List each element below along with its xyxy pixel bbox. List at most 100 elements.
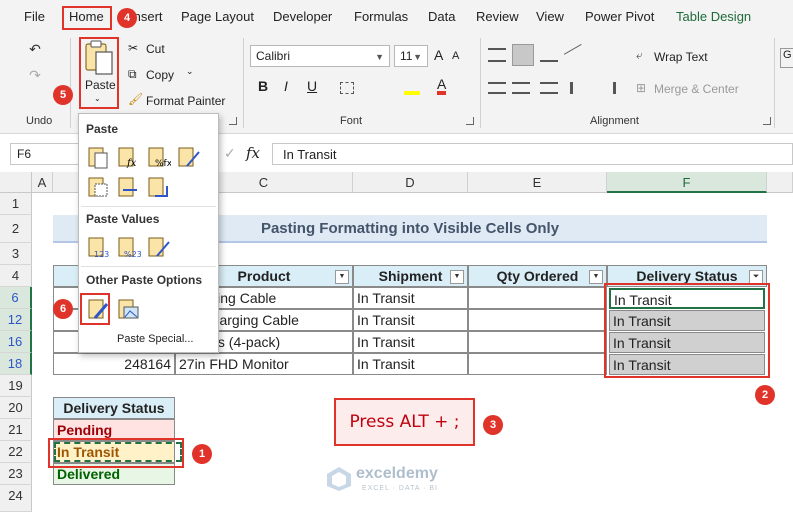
alignment-launcher-icon[interactable] bbox=[763, 117, 771, 125]
row-header-21[interactable]: 21 bbox=[0, 419, 32, 441]
number-format-select[interactable]: G bbox=[780, 48, 793, 68]
row-header-18[interactable]: 18 bbox=[0, 353, 32, 375]
align-middle-icon[interactable] bbox=[512, 44, 534, 66]
orientation-icon[interactable] bbox=[563, 43, 589, 67]
cut-button[interactable]: Cut bbox=[146, 42, 165, 56]
values-number-format-icon[interactable]: %23 bbox=[115, 234, 141, 260]
filter-dropdown-icon[interactable]: ▼ bbox=[335, 270, 349, 284]
select-all-corner[interactable] bbox=[0, 172, 32, 193]
row-header-2[interactable]: 2 bbox=[0, 215, 32, 243]
align-left-icon[interactable] bbox=[488, 82, 506, 94]
underline-button[interactable]: U bbox=[307, 78, 317, 94]
cell-id[interactable]: 248164 bbox=[53, 353, 175, 375]
column-header-g[interactable] bbox=[767, 172, 793, 193]
cell-shipment[interactable]: In Transit bbox=[353, 353, 468, 375]
values-source-format-icon[interactable] bbox=[145, 234, 171, 260]
font-size-select[interactable]: 11 ▼ bbox=[394, 45, 428, 67]
tab-table-design[interactable]: Table Design bbox=[676, 9, 751, 24]
column-header-d[interactable]: D bbox=[353, 172, 468, 193]
no-borders-icon[interactable] bbox=[85, 174, 111, 200]
cell-qty[interactable] bbox=[468, 353, 607, 375]
row-header-1[interactable]: 1 bbox=[0, 193, 32, 215]
font-name-select[interactable]: Calibri ▼ bbox=[250, 45, 390, 67]
row-header-19[interactable]: 19 bbox=[0, 375, 32, 397]
shrink-font-icon[interactable]: A bbox=[452, 50, 459, 62]
align-top-icon[interactable] bbox=[488, 48, 506, 62]
tab-review[interactable]: Review bbox=[476, 9, 519, 24]
align-right-icon[interactable] bbox=[540, 82, 558, 94]
cell-product[interactable]: 27in FHD Monitor bbox=[175, 353, 353, 375]
svg-text:fx: fx bbox=[126, 158, 137, 169]
check-icon[interactable]: ✓ bbox=[224, 145, 236, 162]
tab-file[interactable]: File bbox=[24, 9, 45, 24]
paste-special-menu-item[interactable]: Paste Special... bbox=[117, 333, 193, 345]
filter-dropdown-icon[interactable]: ▼ bbox=[589, 270, 603, 284]
cell-qty[interactable] bbox=[468, 287, 607, 309]
step-badge-1: 1 bbox=[192, 444, 212, 464]
header-shipment[interactable]: Shipment ▼ bbox=[353, 265, 468, 287]
cell-shipment[interactable]: In Transit bbox=[353, 287, 468, 309]
tab-page-layout[interactable]: Page Layout bbox=[181, 9, 254, 24]
formula-input[interactable]: In Transit bbox=[272, 143, 793, 165]
filter-dropdown-icon[interactable]: ▼ bbox=[450, 270, 464, 284]
row-header-24[interactable]: 24 bbox=[0, 485, 32, 512]
row-header-20[interactable]: 20 bbox=[0, 397, 32, 419]
keep-source-format-icon[interactable] bbox=[175, 144, 201, 170]
cell-shipment[interactable]: In Transit bbox=[353, 309, 468, 331]
redo-icon[interactable]: ↷ bbox=[24, 64, 46, 86]
cell-qty[interactable] bbox=[468, 309, 607, 331]
decrease-indent-icon[interactable] bbox=[570, 82, 588, 94]
fx-icon[interactable]: fx bbox=[246, 144, 260, 162]
paste-picture-icon[interactable] bbox=[115, 296, 141, 322]
grow-font-icon[interactable]: A bbox=[434, 47, 443, 63]
keep-column-widths-icon[interactable] bbox=[115, 174, 141, 200]
copy-icon: ⧉ bbox=[128, 67, 137, 81]
header-qty-ordered[interactable]: Qty Ordered ▼ bbox=[468, 265, 607, 287]
italic-button[interactable]: I bbox=[284, 78, 288, 94]
paste-icon[interactable] bbox=[85, 144, 111, 170]
merge-center-button[interactable]: Merge & Center bbox=[654, 82, 739, 96]
transpose-icon[interactable] bbox=[145, 174, 171, 200]
column-header-f[interactable]: F bbox=[607, 172, 767, 193]
tab-developer[interactable]: Developer bbox=[273, 9, 332, 24]
bold-button[interactable]: B bbox=[258, 78, 268, 94]
highlight-copy-source bbox=[48, 438, 184, 468]
highlight-visible-cells bbox=[604, 283, 770, 378]
merge-icon: ⊞ bbox=[636, 81, 647, 95]
row-header-12[interactable]: 12 bbox=[0, 309, 32, 331]
tab-view[interactable]: View bbox=[536, 9, 564, 24]
increase-indent-icon[interactable] bbox=[598, 82, 616, 94]
column-header-a[interactable]: A bbox=[32, 172, 53, 193]
fill-color-icon[interactable] bbox=[404, 79, 420, 95]
legend-header[interactable]: Delivery Status bbox=[53, 397, 175, 419]
paste-formulas-icon[interactable]: fx bbox=[115, 144, 141, 170]
separator bbox=[774, 38, 775, 128]
row-header-6[interactable]: 6 bbox=[0, 287, 32, 309]
row-header-23[interactable]: 23 bbox=[0, 463, 32, 485]
alignment-group-label: Alignment bbox=[590, 115, 639, 127]
tab-data[interactable]: Data bbox=[428, 9, 455, 24]
font-color-button[interactable]: A bbox=[437, 77, 447, 95]
undo-icon[interactable]: ↶ bbox=[24, 38, 46, 60]
paste-formulas-number-icon[interactable]: %fx bbox=[145, 144, 171, 170]
column-header-e[interactable]: E bbox=[468, 172, 607, 193]
borders-icon[interactable] bbox=[340, 82, 354, 94]
align-bottom-icon[interactable] bbox=[540, 48, 558, 62]
row-header-22[interactable]: 22 bbox=[0, 441, 32, 463]
filter-active-icon[interactable]: ⏷ bbox=[749, 270, 763, 284]
wrap-text-button[interactable]: Wrap Text bbox=[654, 50, 708, 64]
tab-power-pivot[interactable]: Power Pivot bbox=[585, 9, 654, 24]
cell-qty[interactable] bbox=[468, 331, 607, 353]
row-header-16[interactable]: 16 bbox=[0, 331, 32, 353]
copy-button[interactable]: Copy bbox=[146, 68, 174, 82]
row-header-4[interactable]: 4 bbox=[0, 265, 32, 287]
align-center-icon[interactable] bbox=[512, 82, 530, 94]
paste-values-icon[interactable]: 123 bbox=[85, 234, 111, 260]
clipboard-launcher-icon[interactable] bbox=[229, 117, 237, 125]
chevron-down-icon[interactable]: ⌄ bbox=[186, 66, 194, 77]
tab-formulas[interactable]: Formulas bbox=[354, 9, 408, 24]
format-painter-button[interactable]: Format Painter bbox=[146, 94, 225, 108]
font-launcher-icon[interactable] bbox=[466, 117, 474, 125]
cell-shipment[interactable]: In Transit bbox=[353, 331, 468, 353]
row-header-3[interactable]: 3 bbox=[0, 243, 32, 265]
